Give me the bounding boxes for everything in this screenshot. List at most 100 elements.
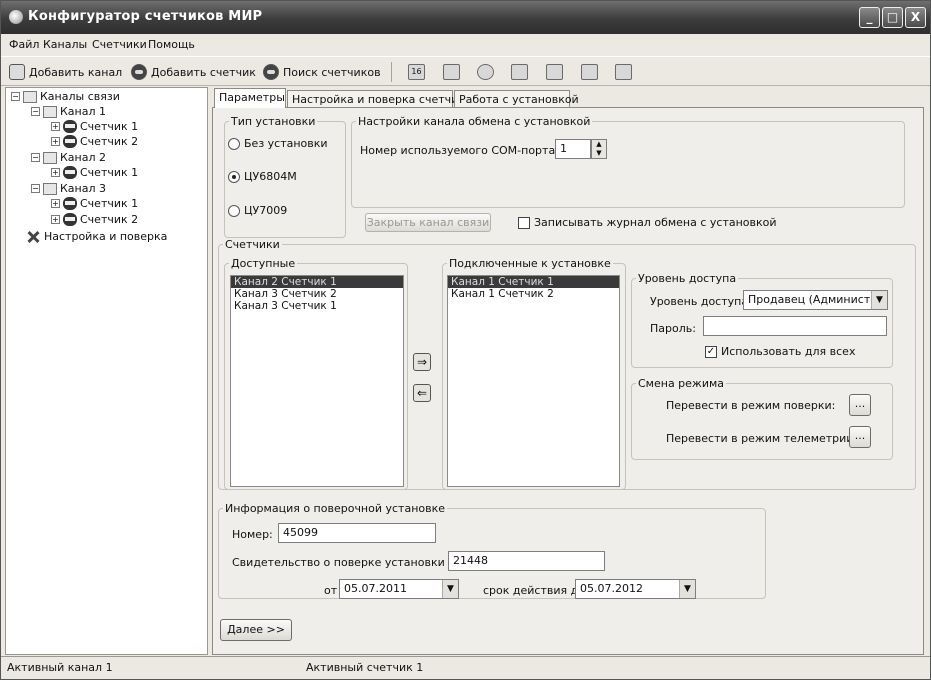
spin-down-icon[interactable]: ▼ (592, 149, 606, 158)
menu-bar: Файл Каналы Счетчики Помощь (1, 34, 930, 56)
maximize-button[interactable]: □ (882, 7, 903, 28)
list-item[interactable]: Канал 3 Счетчик 2 (231, 288, 403, 300)
collapse-icon[interactable]: − (11, 92, 20, 101)
tree-channel-2-label: Канал 2 (60, 151, 107, 164)
collapse-icon[interactable]: − (31, 153, 40, 162)
menu-help[interactable]: Помощь (148, 38, 195, 51)
valid-until-value: 05.07.2012 (580, 582, 643, 595)
list-icon[interactable] (581, 64, 598, 80)
com-port-spinner[interactable]: ▲ ▼ (591, 139, 607, 159)
expand-icon[interactable]: + (51, 122, 60, 131)
list-item[interactable]: Канал 1 Счетчик 2 (448, 288, 619, 300)
radio-no-installation[interactable]: Без установки (228, 137, 328, 150)
from-date-value: 05.07.2011 (344, 582, 407, 595)
tab-parameters[interactable]: Параметры (214, 88, 286, 108)
calendar-icon[interactable]: 16 (408, 64, 425, 80)
tab-installation-work[interactable]: Работа с установкой (454, 90, 579, 108)
tree-item-channel-3[interactable]: − Канал 3 (31, 181, 106, 196)
add-meter-label: Добавить счетчик (151, 65, 256, 79)
report-icon[interactable] (615, 64, 632, 80)
available-meters-list[interactable]: Канал 2 Счетчик 1 Канал 3 Счетчик 2 Кана… (230, 275, 404, 487)
menu-channels[interactable]: Каналы (43, 38, 87, 51)
tree-item-channel-3-meter-2[interactable]: + Счетчик 2 (51, 212, 138, 227)
connected-meters-list[interactable]: Канал 1 Счетчик 1 Канал 1 Счетчик 2 (447, 275, 620, 487)
chevron-down-icon[interactable]: ▼ (442, 580, 458, 598)
com-port-input[interactable]: 1 (555, 139, 591, 159)
from-date-picker[interactable]: 05.07.2011 ▼ (339, 579, 459, 599)
move-left-button[interactable]: ⇐ (413, 384, 431, 402)
settings-icon[interactable] (511, 64, 528, 80)
spin-up-icon[interactable]: ▲ (592, 140, 606, 149)
password-label: Пароль: (650, 322, 696, 335)
chevron-down-icon[interactable]: ▼ (679, 580, 695, 598)
install-type-legend: Тип установки (231, 115, 316, 128)
tree-item-channel-2-meter-1[interactable]: + Счетчик 1 (51, 165, 138, 180)
meter-icon (63, 197, 77, 210)
tree-item-channel-3-meter-1[interactable]: + Счетчик 1 (51, 196, 138, 211)
find-meters-button[interactable]: Поиск счетчиков (263, 63, 381, 81)
certificate-input[interactable]: 21448 (448, 551, 605, 571)
list-item[interactable]: Канал 3 Счетчик 1 (231, 300, 403, 312)
verify-mode-button[interactable]: ... (849, 394, 871, 416)
expand-icon[interactable]: + (51, 199, 60, 208)
list-item[interactable]: Канал 1 Счетчик 1 (448, 276, 619, 288)
add-meter-button[interactable]: Добавить счетчик (131, 63, 256, 81)
tree-item-setup[interactable]: Настройка и поверка (26, 229, 167, 244)
access-level-select[interactable]: Продавец (Администра ▼ (743, 290, 888, 310)
expand-icon[interactable]: + (51, 168, 60, 177)
tree-meter-label: Счетчик 1 (80, 197, 139, 210)
app-icon (9, 10, 23, 24)
toolbar-separator (391, 62, 392, 82)
close-channel-button[interactable]: Закрыть канал связи (365, 213, 491, 232)
menu-meters[interactable]: Счетчики (92, 38, 147, 51)
tree-item-channel-1[interactable]: − Канал 1 (31, 104, 106, 119)
channel-tree[interactable]: − Каналы связи − Канал 1 + Счетчик 1 + С… (5, 87, 208, 655)
certificate-label: Свидетельство о поверке установки №: (232, 556, 464, 569)
from-date-label: от (324, 584, 338, 597)
clock-icon[interactable] (477, 64, 494, 80)
image-icon[interactable] (546, 64, 563, 80)
menu-file[interactable]: Файл (9, 38, 39, 51)
collapse-icon[interactable]: − (31, 184, 40, 193)
channel-icon (43, 105, 57, 118)
collapse-icon[interactable]: − (31, 107, 40, 116)
use-for-all-checkbox[interactable]: ✓ Использовать для всех (705, 345, 855, 358)
checkbox-icon (518, 216, 530, 229)
radio-cu7009[interactable]: ЦУ7009 (228, 204, 287, 217)
tree-item-channel-1-meter-2[interactable]: + Счетчик 2 (51, 134, 138, 149)
tree-meter-label: Счетчик 2 (80, 213, 139, 226)
channel-icon (43, 182, 57, 195)
expand-icon[interactable]: + (51, 215, 60, 224)
tab-meter-setup[interactable]: Настройка и поверка счетчика (287, 90, 472, 108)
close-button[interactable]: X (905, 7, 926, 28)
move-right-button[interactable]: ⇒ (413, 353, 431, 371)
meter-icon (63, 213, 77, 226)
find-meters-icon (263, 64, 279, 80)
telemetry-mode-label: Перевести в режим телеметрии: (666, 432, 858, 445)
telemetry-mode-button[interactable]: ... (849, 426, 871, 448)
title-bar[interactable]: Конфигуратор счетчиков МИР _ □ X (1, 1, 930, 34)
channel-settings-group: Настройки канала обмена с установкой (351, 115, 905, 208)
add-channel-label: Добавить канал (29, 65, 123, 79)
expand-icon[interactable]: + (51, 137, 60, 146)
radio-cu6804m[interactable]: ЦУ6804М (228, 170, 297, 183)
window-title: Конфигуратор счетчиков МИР (28, 9, 263, 24)
list-item[interactable]: Канал 2 Счетчик 1 (231, 276, 403, 288)
minimize-button[interactable]: _ (859, 7, 880, 28)
checkbox-checked-icon: ✓ (705, 345, 717, 358)
next-button[interactable]: Далее >> (220, 619, 292, 641)
chevron-down-icon[interactable]: ▼ (871, 291, 887, 309)
tree-item-root[interactable]: − Каналы связи (11, 89, 120, 104)
meter-icon (63, 166, 77, 179)
valid-until-date-picker[interactable]: 05.07.2012 ▼ (575, 579, 696, 599)
tree-item-channel-1-meter-1[interactable]: + Счетчик 1 (51, 119, 138, 134)
database-icon[interactable] (443, 64, 460, 80)
password-input[interactable] (703, 316, 887, 336)
tree-item-channel-2[interactable]: − Канал 2 (31, 150, 106, 165)
number-input[interactable]: 45099 (278, 523, 436, 543)
number-label: Номер: (232, 528, 273, 541)
channel-icon (43, 151, 57, 164)
add-channel-button[interactable]: Добавить канал (9, 63, 122, 81)
log-exchange-checkbox[interactable]: Записывать журнал обмена с установкой (518, 216, 777, 229)
use-for-all-label: Использовать для всех (721, 345, 856, 358)
